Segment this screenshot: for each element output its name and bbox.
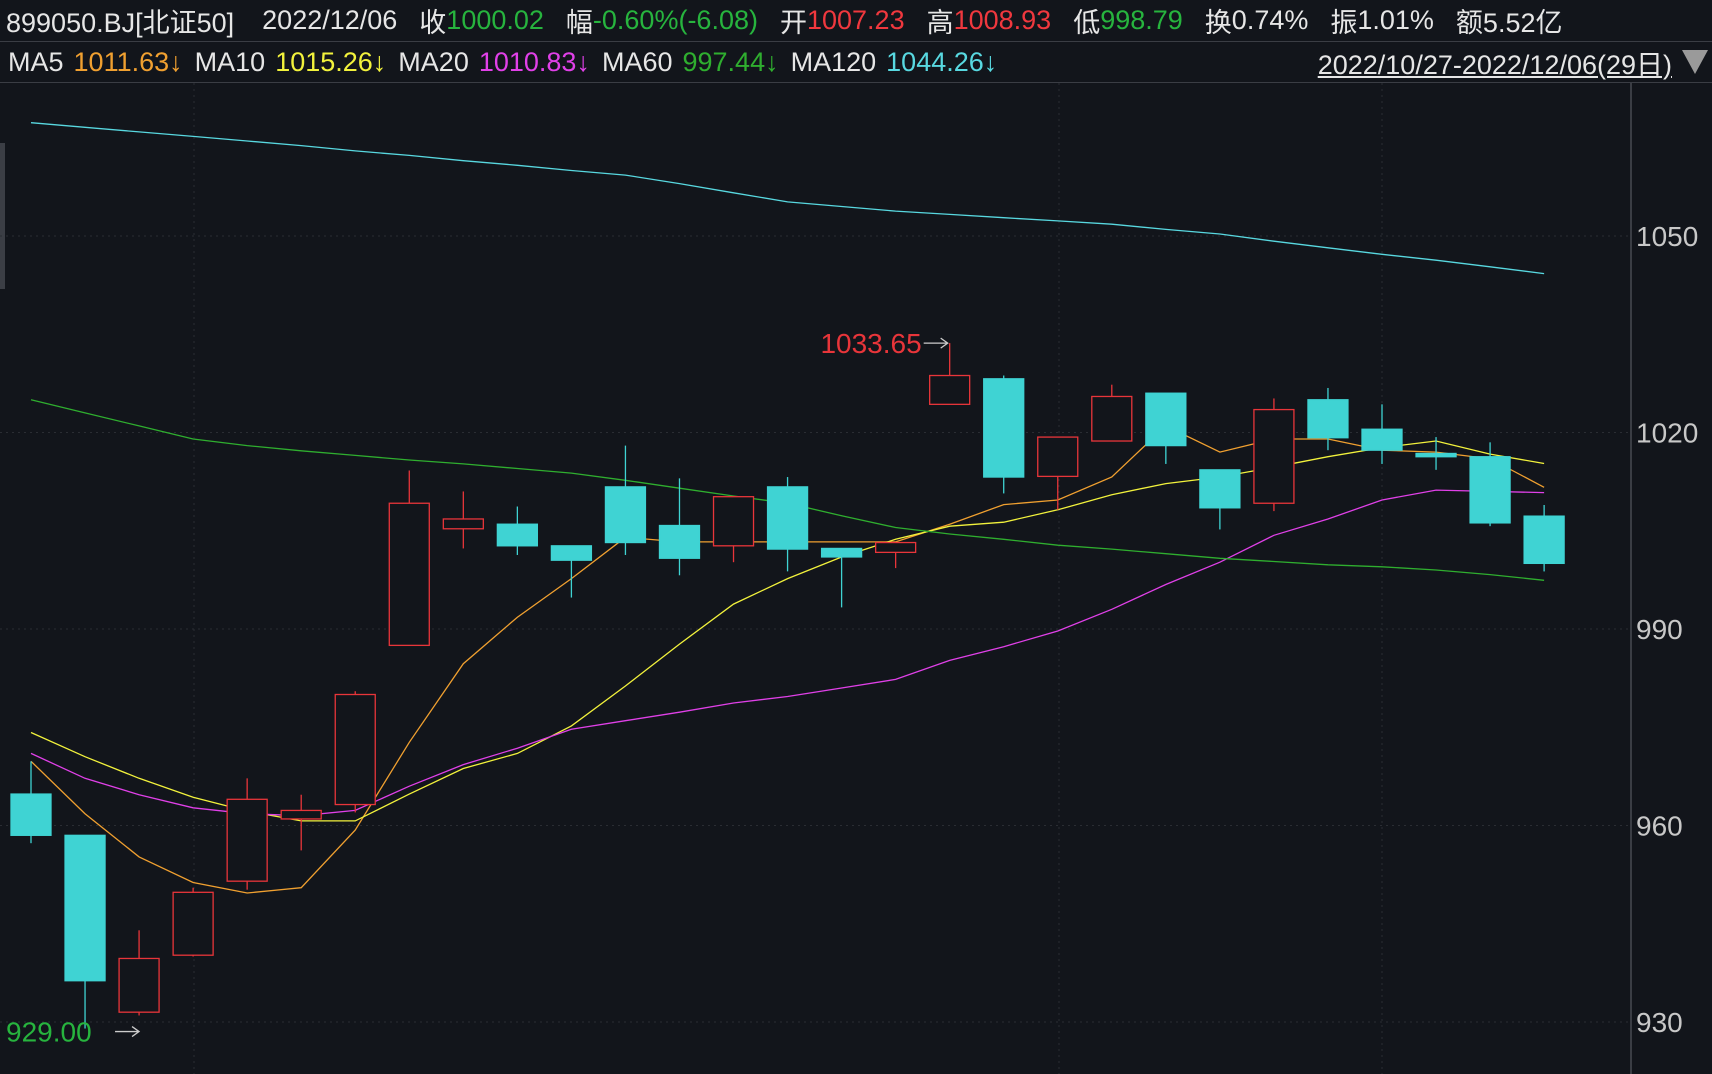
candle-up: [874, 541, 917, 554]
y-tick-label: 990: [1636, 614, 1683, 645]
min-price-label: 929.00: [6, 1017, 92, 1048]
candle-down: [10, 793, 52, 836]
candle-up: [442, 518, 484, 530]
candle-down: [1523, 515, 1565, 565]
candle-down: [766, 486, 809, 550]
candle-down: [1469, 456, 1511, 524]
candle-up: [1253, 408, 1295, 504]
candle-up: [280, 809, 322, 820]
arrow-right-icon: [923, 337, 949, 349]
candle-up: [929, 374, 971, 405]
candle-down: [820, 547, 863, 558]
y-tick-label: 960: [1636, 811, 1683, 842]
candle-down: [1361, 428, 1403, 451]
candle-down: [658, 524, 701, 559]
ma120-line: [30, 122, 1545, 275]
candle-up: [118, 957, 160, 1013]
candle-up: [712, 496, 755, 547]
candle-down: [496, 523, 539, 547]
candle-down: [604, 486, 647, 544]
candle-down: [64, 834, 106, 982]
candle-up: [388, 502, 430, 647]
y-tick-label: 1020: [1636, 418, 1698, 449]
candle-up: [226, 798, 268, 882]
max-price-label: 1033.65: [820, 328, 921, 359]
arrow-right-icon: [115, 1026, 141, 1038]
candle-down: [1415, 452, 1457, 458]
y-tick-label: 1050: [1636, 221, 1698, 252]
candle-up: [334, 693, 376, 806]
candle-down: [1199, 469, 1241, 509]
candle-up: [172, 891, 214, 956]
candlestick-chart: 1050 1020 990 960 930 1033.65 929.00: [0, 83, 1698, 1074]
candle-up: [1091, 395, 1133, 442]
candle-down: [1145, 392, 1187, 447]
candle-down: [983, 378, 1025, 478]
candle-down: [550, 545, 593, 561]
y-tick-label: 930: [1636, 1007, 1683, 1038]
candle-down: [1307, 399, 1349, 439]
candle-up: [1037, 436, 1079, 478]
